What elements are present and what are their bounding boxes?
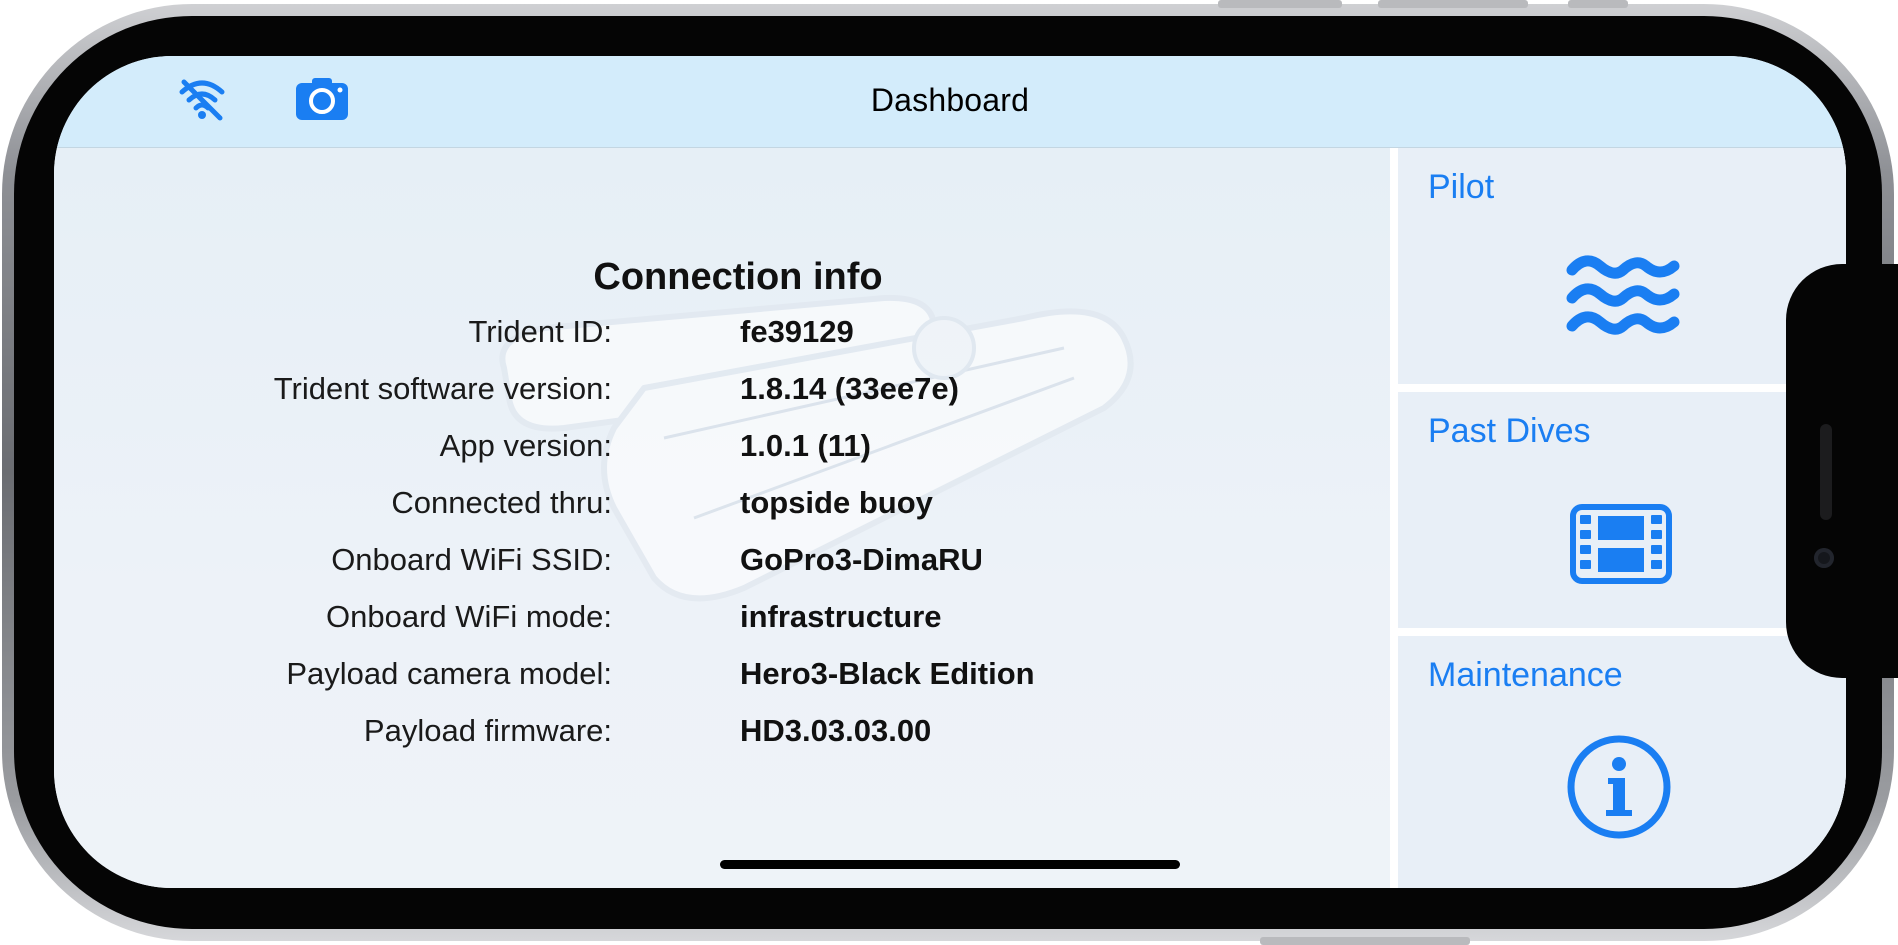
volume-up-button bbox=[1218, 0, 1342, 8]
home-indicator[interactable] bbox=[720, 860, 1180, 869]
waves-icon bbox=[1566, 255, 1680, 335]
volume-down-button bbox=[1378, 0, 1528, 8]
page-title: Dashboard bbox=[870, 82, 1030, 118]
sensor-housing bbox=[1786, 264, 1898, 678]
info-icon bbox=[1567, 735, 1671, 839]
info-label: Onboard WiFi mode: bbox=[326, 599, 612, 634]
info-row-trident-id: Trident ID: fe39129 bbox=[54, 314, 1254, 370]
sidebar-item-maintenance[interactable]: Maintenance bbox=[1398, 636, 1846, 888]
navigation-bar: Dashboard bbox=[54, 56, 1846, 148]
info-label: Trident software version: bbox=[273, 371, 612, 406]
info-label: Onboard WiFi SSID: bbox=[331, 542, 612, 577]
front-camera bbox=[1814, 548, 1834, 568]
info-row-wifi-ssid: Onboard WiFi SSID: GoPro3-DimaRU bbox=[54, 542, 1254, 598]
film-icon bbox=[1570, 504, 1672, 584]
info-value: GoPro3-DimaRU bbox=[740, 542, 983, 577]
info-label: Payload camera model: bbox=[286, 656, 612, 691]
info-value: Hero3-Black Edition bbox=[740, 656, 1035, 691]
info-value: infrastructure bbox=[740, 599, 942, 634]
info-value: topside buoy bbox=[740, 485, 933, 520]
info-label: Connected thru: bbox=[391, 485, 612, 520]
info-row-app-version: App version: 1.0.1 (11) bbox=[54, 428, 1254, 484]
earpiece-speaker bbox=[1820, 424, 1832, 520]
sidebar-item-label: Maintenance bbox=[1428, 656, 1623, 694]
info-value: 1.8.14 (33ee7e) bbox=[740, 371, 959, 406]
main-content: Connection info Trident ID: fe39129 Trid… bbox=[54, 148, 1390, 888]
info-row-connected-thru: Connected thru: topside buoy bbox=[54, 485, 1254, 541]
info-value: 1.0.1 (11) bbox=[740, 428, 871, 463]
info-row-camera-model: Payload camera model: Hero3-Black Editio… bbox=[54, 656, 1254, 712]
app-screen: Dashboard Connection info Trident ID: fe… bbox=[54, 56, 1846, 888]
mute-switch bbox=[1568, 0, 1628, 8]
info-value: fe39129 bbox=[740, 314, 854, 349]
info-row-wifi-mode: Onboard WiFi mode: infrastructure bbox=[54, 599, 1254, 655]
sidebar-item-label: Pilot bbox=[1428, 168, 1495, 206]
info-row-software-version: Trident software version: 1.8.14 (33ee7e… bbox=[54, 371, 1254, 427]
connection-info-title: Connection info bbox=[593, 256, 883, 298]
sidebar-item-past-dives[interactable]: Past Dives bbox=[1398, 392, 1846, 628]
info-label: Payload firmware: bbox=[363, 713, 612, 748]
sidebar: Pilot Past Dives Maintenance bbox=[1390, 148, 1846, 888]
sidebar-item-label: Past Dives bbox=[1428, 412, 1591, 450]
power-button bbox=[1260, 937, 1470, 945]
info-label: App version: bbox=[439, 428, 612, 463]
info-row-payload-firmware: Payload firmware: HD3.03.03.00 bbox=[54, 713, 1254, 769]
sidebar-item-pilot[interactable]: Pilot bbox=[1398, 148, 1846, 384]
info-value: HD3.03.03.00 bbox=[740, 713, 932, 748]
info-label: Trident ID: bbox=[468, 314, 612, 349]
